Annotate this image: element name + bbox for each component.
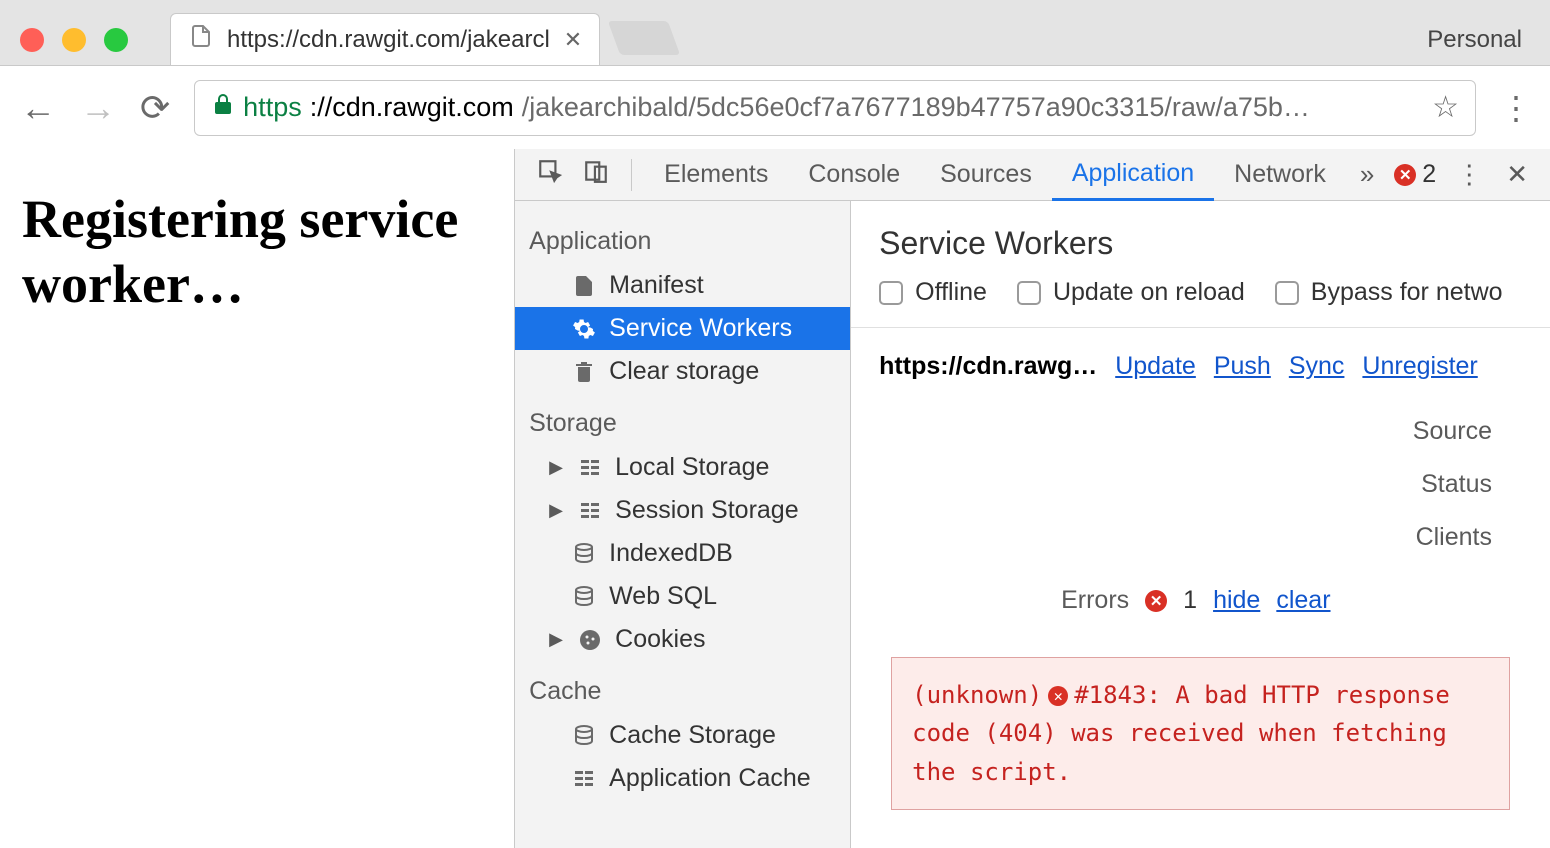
grid-icon xyxy=(571,767,597,791)
profile-label[interactable]: Personal xyxy=(1427,26,1522,54)
checkbox-offline[interactable]: Offline xyxy=(879,278,987,307)
tab-console[interactable]: Console xyxy=(788,149,920,201)
sidebar-item-application-cache[interactable]: Application Cache xyxy=(515,757,850,800)
database-icon xyxy=(571,585,597,609)
error-icon: ✕ xyxy=(1145,590,1167,612)
expand-icon[interactable]: ▶ xyxy=(549,500,565,521)
inspect-element-icon[interactable] xyxy=(527,158,573,191)
grid-icon xyxy=(577,499,603,523)
file-icon xyxy=(571,274,597,298)
browser-tab[interactable]: https://cdn.rawgit.com/jakearcl ✕ xyxy=(170,13,600,65)
close-tab-icon[interactable]: ✕ xyxy=(564,27,582,53)
checkbox-icon[interactable] xyxy=(879,281,903,305)
minimize-window-icon[interactable] xyxy=(62,28,86,52)
expand-icon[interactable]: ▶ xyxy=(549,457,565,478)
link-sync[interactable]: Sync xyxy=(1289,352,1345,381)
url-scheme: https xyxy=(243,92,302,123)
error-badge[interactable]: ✕ 2 xyxy=(1388,160,1442,189)
checkbox-icon[interactable] xyxy=(1275,281,1299,305)
maximize-window-icon[interactable] xyxy=(104,28,128,52)
sidebar-item-cache-storage[interactable]: Cache Storage xyxy=(515,714,850,757)
sidebar-item-manifest[interactable]: Manifest xyxy=(515,264,850,307)
service-workers-panel: Service Workers Offline Update on reload… xyxy=(851,201,1550,848)
link-update[interactable]: Update xyxy=(1115,352,1196,381)
sidebar-item-local-storage[interactable]: ▶ Local Storage xyxy=(515,446,850,489)
panel-title: Service Workers xyxy=(851,201,1550,278)
devtools-panel: Elements Console Sources Application Net… xyxy=(514,149,1550,848)
sidebar-item-service-workers[interactable]: Service Workers xyxy=(515,307,850,350)
bookmark-star-icon[interactable]: ☆ xyxy=(1432,90,1459,125)
reload-icon[interactable]: ⟳ xyxy=(140,87,170,129)
database-icon xyxy=(571,542,597,566)
error-source: (unknown) xyxy=(912,681,1042,709)
link-hide-errors[interactable]: hide xyxy=(1213,586,1260,615)
browser-menu-icon[interactable]: ⋮ xyxy=(1500,89,1530,127)
close-devtools-icon[interactable]: ✕ xyxy=(1496,159,1538,190)
link-unregister[interactable]: Unregister xyxy=(1362,352,1477,381)
close-window-icon[interactable] xyxy=(20,28,44,52)
field-label-status: Status xyxy=(962,470,1522,499)
device-toolbar-icon[interactable] xyxy=(573,158,619,191)
devtools-toolbar: Elements Console Sources Application Net… xyxy=(515,149,1550,201)
devtools-menu-icon[interactable]: ⋮ xyxy=(1442,159,1496,190)
field-label-errors: Errors xyxy=(879,586,1129,615)
page-heading: Registering service worker… xyxy=(22,187,492,317)
field-label-clients: Clients xyxy=(962,523,1522,552)
trash-icon xyxy=(571,360,597,384)
sidebar-item-websql[interactable]: Web SQL xyxy=(515,575,850,618)
field-label-source: Source xyxy=(962,417,1522,446)
link-clear-errors[interactable]: clear xyxy=(1276,586,1330,615)
checkbox-bypass-for-network[interactable]: Bypass for netwo xyxy=(1275,278,1503,307)
checkbox-icon[interactable] xyxy=(1017,281,1041,305)
error-icon: ✕ xyxy=(1394,164,1416,186)
sw-origin: https://cdn.rawg… xyxy=(879,352,1097,381)
url-host: ://cdn.rawgit.com xyxy=(310,92,514,123)
sidebar-category-cache: Cache xyxy=(515,661,850,714)
new-tab-button[interactable] xyxy=(608,21,680,55)
error-icon: ✕ xyxy=(1048,686,1068,706)
url-path: /jakearchibald/5dc56e0cf7a7677189b47757a… xyxy=(522,92,1310,123)
sidebar-item-clear-storage[interactable]: Clear storage xyxy=(515,350,850,393)
link-push[interactable]: Push xyxy=(1214,352,1271,381)
sidebar-item-session-storage[interactable]: ▶ Session Storage xyxy=(515,489,850,532)
tab-sources[interactable]: Sources xyxy=(920,149,1052,201)
address-bar[interactable]: https ://cdn.rawgit.com/jakearchibald/5dc… xyxy=(194,80,1476,136)
more-tabs-icon[interactable]: » xyxy=(1346,159,1388,190)
database-icon xyxy=(571,724,597,748)
sidebar-category-application: Application xyxy=(515,211,850,264)
window-controls[interactable] xyxy=(20,28,128,52)
sidebar-item-indexeddb[interactable]: IndexedDB xyxy=(515,532,850,575)
tab-network[interactable]: Network xyxy=(1214,149,1346,201)
forward-icon: → xyxy=(80,87,116,129)
error-message-box: (unknown)✕#1843: A bad HTTP response cod… xyxy=(891,657,1510,810)
sidebar-category-storage: Storage xyxy=(515,393,850,446)
cookie-icon xyxy=(577,628,603,652)
secure-lock-icon xyxy=(211,92,235,123)
page-content: Registering service worker… xyxy=(0,149,514,848)
tab-application[interactable]: Application xyxy=(1052,149,1214,201)
checkbox-update-on-reload[interactable]: Update on reload xyxy=(1017,278,1245,307)
error-count: 1 xyxy=(1183,586,1197,615)
application-sidebar: Application Manifest Service Workers Cle… xyxy=(515,201,851,848)
tab-title: https://cdn.rawgit.com/jakearcl xyxy=(227,26,550,54)
gear-icon xyxy=(571,317,597,341)
tab-elements[interactable]: Elements xyxy=(644,149,788,201)
file-icon xyxy=(189,24,213,55)
grid-icon xyxy=(577,456,603,480)
sidebar-item-cookies[interactable]: ▶ Cookies xyxy=(515,618,850,661)
expand-icon[interactable]: ▶ xyxy=(549,629,565,650)
back-icon[interactable]: ← xyxy=(20,87,56,129)
